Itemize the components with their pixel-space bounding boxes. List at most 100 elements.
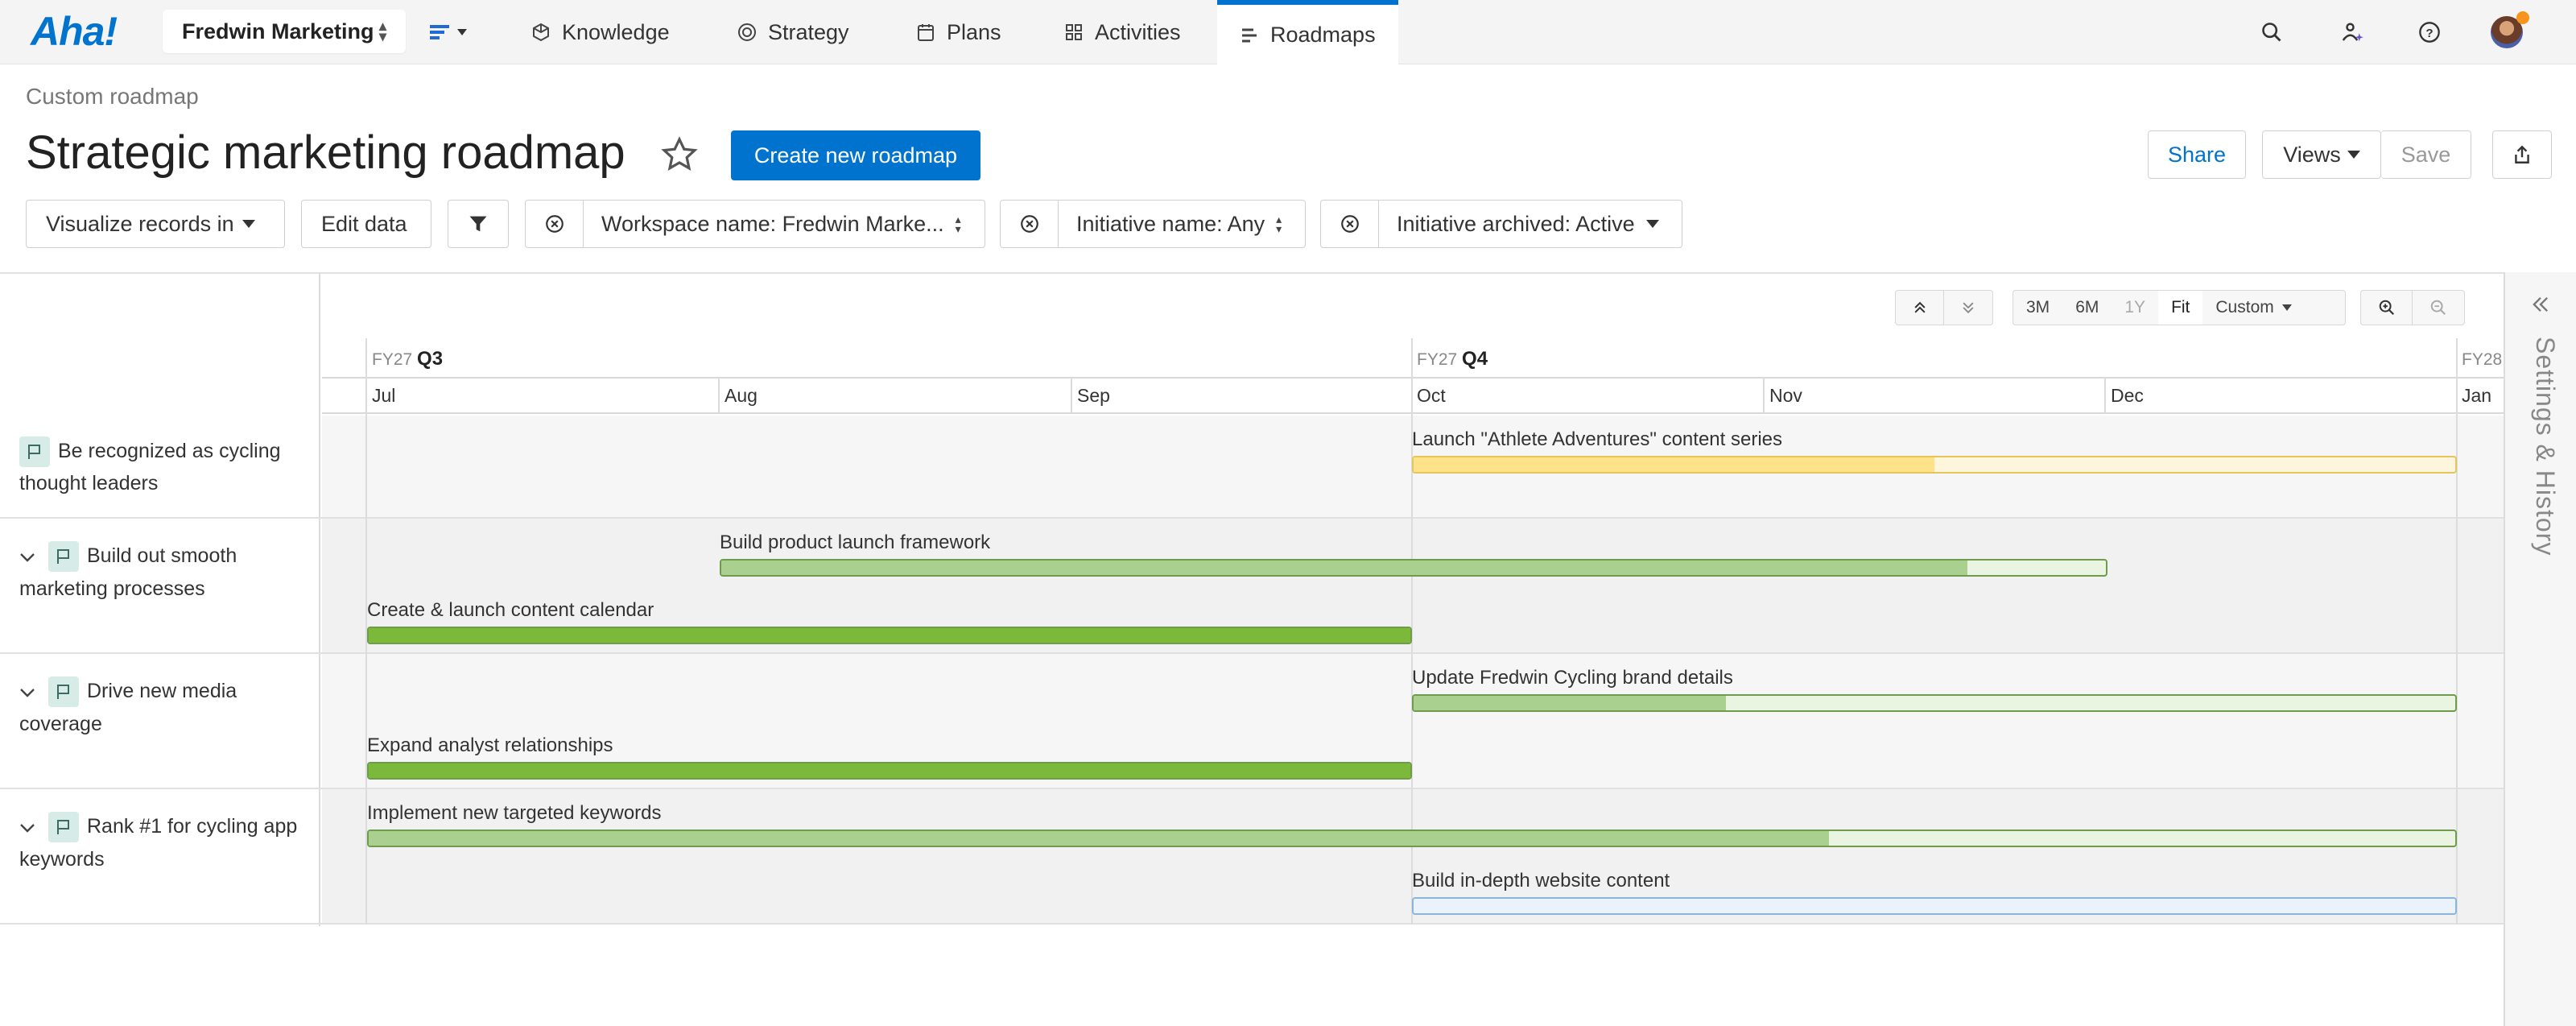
nav-tab-knowledge[interactable]: Knowledge: [509, 0, 692, 64]
chevron-down-icon[interactable]: [19, 540, 35, 573]
initiative-archived-filter: Initiative archived: Active: [1320, 200, 1682, 248]
nav-tab-label: Roadmaps: [1270, 23, 1376, 47]
initiative-name-filter-select[interactable]: Initiative name: Any ▴ ▾: [1059, 201, 1299, 247]
gridline: [718, 377, 720, 414]
zoom-3m-button[interactable]: 3M: [2013, 291, 2062, 325]
top-navigation: Aha! Fredwin Marketing ▴ ▾ Knowledge Stra…: [0, 0, 2576, 65]
filter-funnel-icon: [469, 216, 487, 232]
initiative-bar[interactable]: [720, 559, 2107, 577]
caret-down-icon: [242, 220, 255, 228]
initiative-archived-filter-label: Initiative archived: Active: [1397, 211, 1635, 236]
roadmap-icon: [1242, 28, 1257, 42]
initiative-bar[interactable]: [367, 762, 1412, 780]
nav-tab-label: Knowledge: [562, 19, 670, 44]
nav-tab-activities[interactable]: Activities: [1042, 0, 1203, 64]
double-chevron-left-icon[interactable]: [2529, 293, 2552, 316]
workspace-filter-select[interactable]: Workspace name: Fredwin Marke... ▴ ▾: [584, 201, 979, 247]
zoom-6m-button[interactable]: 6M: [2062, 291, 2112, 325]
goal-item[interactable]: Build out smooth marketing processes: [19, 540, 309, 605]
export-button[interactable]: [2492, 130, 2552, 179]
zoom-out-button[interactable]: [2413, 291, 2464, 325]
workspace-name: Fredwin Marketing: [182, 19, 374, 43]
initiative-label[interactable]: Build product launch framework: [720, 532, 990, 554]
month-label: Jul: [372, 384, 396, 406]
calendar-icon: [918, 24, 934, 41]
gridline: [1071, 377, 1072, 414]
caret-down-icon: [2347, 151, 2360, 159]
initiative-label[interactable]: Launch "Athlete Adventures" content seri…: [1412, 428, 1782, 451]
goal-item[interactable]: Be recognized as cycling thought leaders: [19, 435, 309, 499]
initiative-bar[interactable]: [1412, 897, 2457, 915]
search-button[interactable]: [2256, 16, 2288, 48]
collapse-all-button[interactable]: [1896, 291, 1944, 325]
edit-data-button[interactable]: Edit data: [301, 200, 431, 248]
initiative-label[interactable]: Build in-depth website content: [1412, 870, 1670, 892]
fiscal-year: FY27: [1417, 350, 1458, 369]
clear-filter-button[interactable]: [1001, 201, 1059, 247]
create-new-roadmap-button[interactable]: Create new roadmap: [731, 130, 980, 180]
help-button[interactable]: ?: [2413, 16, 2446, 48]
roadmap-canvas: 3M 6M 1Y Fit Custom FY27 Q3 FY27 Q4 FY28…: [0, 272, 2504, 1026]
settings-history-label[interactable]: Settings & History: [2520, 337, 2560, 578]
initiative-label[interactable]: Update Fredwin Cycling brand details: [1412, 667, 1733, 689]
breadcrumb[interactable]: Custom roadmap: [26, 84, 199, 110]
notification-dot: [2516, 11, 2529, 24]
views-button[interactable]: Views: [2262, 130, 2381, 179]
zoom-custom-select[interactable]: Custom: [2202, 291, 2304, 325]
expand-collapse-controls: [1895, 290, 1993, 325]
nav-tab-roadmaps[interactable]: Roadmaps: [1217, 0, 1398, 65]
initiative-bar[interactable]: [367, 829, 2457, 847]
custom-label: Custom: [2215, 298, 2274, 316]
zoom-in-out-controls: [2360, 290, 2465, 325]
filter-button[interactable]: [448, 200, 509, 248]
initiative-label[interactable]: Implement new targeted keywords: [367, 802, 662, 825]
favorite-star-icon[interactable]: [660, 135, 699, 174]
goal-flag-icon: [48, 541, 79, 573]
initiative-bar[interactable]: [367, 627, 1412, 644]
page-title: Strategic marketing roadmap: [26, 126, 625, 179]
fiscal-year: FY28: [2462, 350, 2503, 369]
aha-logo[interactable]: Aha!: [31, 8, 118, 55]
month-label: Oct: [1417, 384, 1446, 406]
zoom-1y-button[interactable]: 1Y: [2112, 291, 2158, 325]
workspace-selector[interactable]: Fredwin Marketing ▴ ▾: [163, 10, 406, 53]
initiative-name-filter-label: Initiative name: Any: [1076, 211, 1265, 236]
clear-circle-icon: [545, 215, 564, 233]
workspace-filter: Workspace name: Fredwin Marke... ▴ ▾: [525, 200, 985, 248]
main-menu-button[interactable]: [430, 19, 475, 45]
chevron-down-icon[interactable]: [19, 811, 35, 843]
quarter-header: FY27 Q3: [372, 348, 443, 370]
initiative-bar[interactable]: [1412, 456, 2457, 474]
export-icon: [2515, 145, 2529, 163]
zoom-in-icon: [2379, 300, 2394, 316]
clear-filter-button[interactable]: [526, 201, 584, 247]
initiative-label[interactable]: Expand analyst relationships: [367, 734, 613, 757]
expand-all-button[interactable]: [1944, 291, 1992, 325]
menu-lines-icon: [430, 25, 449, 39]
initiative-progress-fill: [1414, 457, 1934, 472]
goal-item[interactable]: Drive new media coverage: [19, 675, 309, 740]
nav-tab-plans[interactable]: Plans: [894, 0, 1024, 64]
initiative-archived-filter-select[interactable]: Initiative archived: Active: [1379, 201, 1677, 247]
save-button[interactable]: Save: [2381, 130, 2471, 179]
goal-label: Be recognized as cycling thought leaders: [19, 440, 281, 495]
chevron-down-icon[interactable]: [19, 676, 35, 708]
share-button[interactable]: Share: [2148, 130, 2246, 179]
quarter-label: Q3: [417, 348, 444, 370]
month-label: Aug: [724, 384, 758, 406]
caret-down-icon: [457, 29, 467, 35]
initiative-name-filter: Initiative name: Any ▴ ▾: [1000, 200, 1306, 248]
clear-filter-button[interactable]: [1321, 201, 1379, 247]
ai-sparkle-icon: [2342, 23, 2363, 42]
goal-item[interactable]: Rank #1 for cycling app keywords: [19, 810, 309, 875]
nav-tab-strategy[interactable]: Strategy: [715, 0, 872, 64]
ai-assistant-button[interactable]: [2336, 16, 2368, 48]
visualize-records-button[interactable]: Visualize records in: [26, 200, 285, 248]
zoom-in-button[interactable]: [2361, 291, 2413, 325]
goal-flag-icon: [48, 812, 79, 843]
zoom-level-controls: 3M 6M 1Y Fit Custom: [2013, 290, 2346, 325]
initiative-bar[interactable]: [1412, 694, 2457, 712]
initiative-label[interactable]: Create & launch content calendar: [367, 599, 654, 622]
zoom-fit-button[interactable]: Fit: [2158, 291, 2203, 325]
caret-down-icon: [2281, 304, 2292, 311]
